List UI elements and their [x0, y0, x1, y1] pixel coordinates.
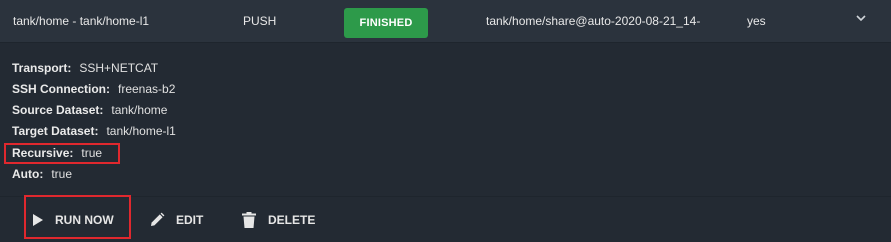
detail-value: SSH+NETCAT: [79, 61, 159, 75]
action-bar: RUN NOW EDIT DELETE: [0, 196, 891, 242]
edit-button[interactable]: EDIT: [149, 197, 203, 242]
chevron-down-icon[interactable]: [852, 9, 870, 27]
delete-label: DELETE: [268, 212, 316, 227]
detail-value: tank/home-l1: [106, 124, 176, 138]
detail-value: tank/home: [111, 103, 168, 117]
last-snapshot: tank/home/share@auto-2020-08-21_14-: [486, 14, 701, 28]
detail-value: true: [51, 167, 73, 181]
replication-task-row[interactable]: tank/home - tank/home-l1 PUSH FINISHED t…: [0, 0, 891, 43]
detail-label: Auto:: [12, 167, 44, 181]
trash-icon: [242, 211, 256, 228]
detail-label: Transport:: [12, 61, 72, 75]
detail-ssh-connection: SSH Connection: freenas-b2: [12, 82, 175, 100]
detail-auto: Auto: true: [12, 167, 72, 185]
detail-label: Target Dataset:: [12, 124, 99, 138]
detail-transport: Transport: SSH+NETCAT: [12, 61, 158, 79]
status-badge[interactable]: FINISHED: [344, 8, 428, 38]
delete-button[interactable]: DELETE: [242, 197, 315, 242]
detail-source-dataset: Source Dataset: tank/home: [12, 103, 167, 121]
task-name: tank/home - tank/home-l1: [13, 14, 150, 28]
pencil-icon: [149, 212, 165, 228]
detail-label: Source Dataset:: [12, 103, 104, 117]
detail-value: freenas-b2: [118, 82, 176, 96]
task-direction: PUSH: [243, 14, 277, 28]
detail-target-dataset: Target Dataset: tank/home-l1: [12, 124, 176, 142]
run-now-highlight-box: [24, 195, 131, 239]
edit-label: EDIT: [176, 212, 204, 227]
recursive-highlight-box: [4, 143, 120, 164]
task-enabled: yes: [747, 14, 766, 28]
detail-label: SSH Connection:: [12, 82, 110, 96]
